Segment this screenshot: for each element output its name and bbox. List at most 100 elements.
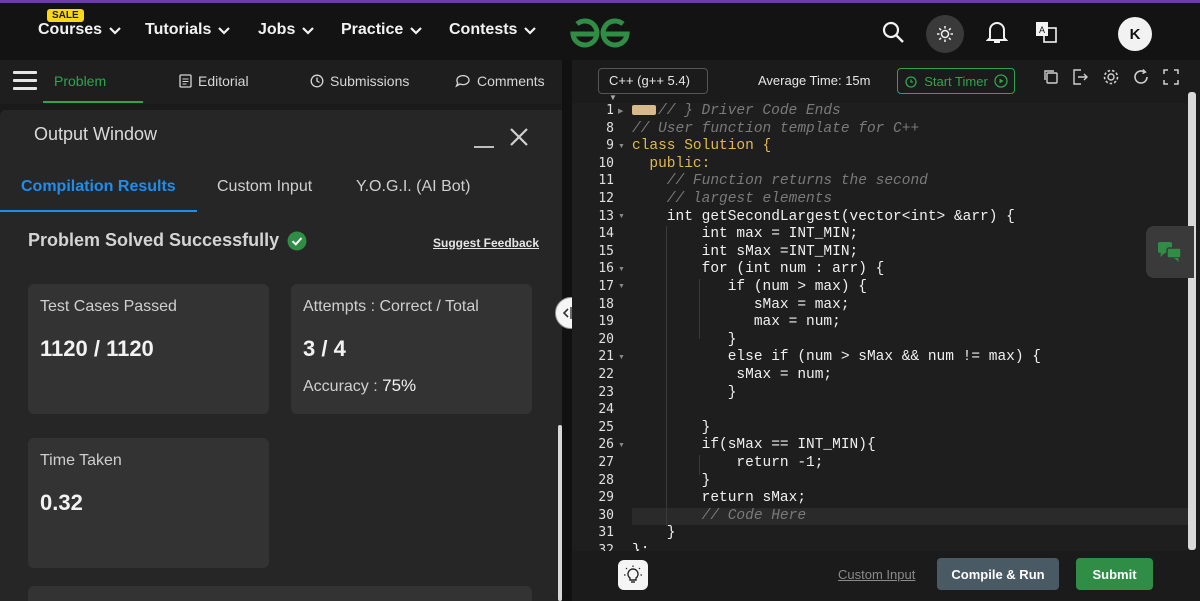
translate-icon[interactable]: A xyxy=(1033,19,1059,45)
code-line: max = num; xyxy=(632,314,841,331)
tab-yogi-ai-bot[interactable]: Y.O.G.I. (AI Bot) xyxy=(356,178,470,196)
suggest-feedback-link[interactable]: Suggest Feedback xyxy=(433,236,539,250)
bell-icon[interactable] xyxy=(984,19,1010,45)
nav-contests[interactable]: Contests xyxy=(449,21,537,39)
line-number: 16 xyxy=(598,261,614,277)
chevron-down-icon xyxy=(218,27,231,35)
svg-text:A: A xyxy=(1039,25,1045,35)
line-number: 1 xyxy=(606,103,614,118)
panel-divider[interactable] xyxy=(562,60,572,601)
line-number: 11 xyxy=(598,173,614,189)
code-line: } xyxy=(632,384,737,401)
tab-compilation-results[interactable]: Compilation Results xyxy=(21,178,176,196)
code-line: // largest elements xyxy=(632,191,833,207)
play-icon xyxy=(994,74,1008,88)
editor-footer: Custom Input Compile & Run Submit xyxy=(572,554,1200,601)
line-number: 20 xyxy=(598,331,614,347)
reset-icon[interactable] xyxy=(1132,68,1150,86)
accuracy-value: 75% xyxy=(382,376,417,395)
lightbulb-icon xyxy=(624,565,642,583)
code-line: class Solution { xyxy=(632,138,772,155)
tab-custom-input[interactable]: Custom Input xyxy=(217,178,312,196)
chat-button[interactable] xyxy=(1146,226,1194,278)
line-number: 25 xyxy=(598,419,614,435)
code-line: for (int num : arr) { xyxy=(632,261,885,278)
problem-panel: Problem Editorial Submissions Comments O… xyxy=(0,60,562,601)
line-number: 15 xyxy=(598,243,614,259)
attempts-value: 3 / 4 xyxy=(303,336,346,361)
line-number: 23 xyxy=(598,384,614,400)
fold-arrow-icon[interactable]: ▼ xyxy=(618,354,625,361)
folded-code-icon[interactable] xyxy=(632,105,656,116)
tab-comments[interactable]: Comments xyxy=(455,73,545,89)
copy-icon[interactable] xyxy=(1042,68,1060,86)
output-window-title: Output Window xyxy=(34,124,158,144)
fold-arrow-icon[interactable]: ▼ xyxy=(618,442,625,449)
hamburger-menu-icon[interactable] xyxy=(13,70,37,92)
fold-arrow-icon[interactable]: ▼ xyxy=(618,283,625,290)
status-message: Problem Solved Successfully xyxy=(28,230,307,251)
time-taken-card: Time Taken 0.32 xyxy=(28,438,269,568)
line-number: 19 xyxy=(598,314,614,330)
nav-courses[interactable]: Courses xyxy=(38,21,122,39)
minimize-icon[interactable] xyxy=(474,146,494,148)
hint-button[interactable] xyxy=(618,560,648,590)
editor-scrollbar[interactable] xyxy=(1188,92,1196,550)
fold-arrow-icon[interactable]: ▼ xyxy=(618,143,625,150)
submit-button[interactable]: Submit xyxy=(1076,558,1153,590)
chevron-down-icon xyxy=(524,27,537,35)
check-circle-icon xyxy=(287,231,307,250)
code-line: int max = INT_MIN; xyxy=(632,226,859,243)
alarm-icon xyxy=(905,76,917,88)
avatar[interactable]: K xyxy=(1118,17,1152,51)
time-taken-label: Time Taken xyxy=(40,452,122,469)
code-line: // } Driver Code Ends xyxy=(632,103,841,121)
nav-tutorials[interactable]: Tutorials xyxy=(145,21,231,39)
gfg-logo-icon[interactable] xyxy=(567,17,633,51)
line-number: 13 xyxy=(598,208,614,224)
tab-editorial[interactable]: Editorial xyxy=(179,73,249,89)
fold-arrow-icon[interactable]: ▼ xyxy=(618,266,625,273)
code-line: else if (num > sMax && num != max) { xyxy=(632,349,1041,366)
sun-icon xyxy=(937,26,953,42)
code-editor[interactable]: 1 8 9 10 11 12 13 14 15 16 17 18 19 20 2… xyxy=(572,103,1190,551)
custom-input-link[interactable]: Custom Input xyxy=(838,567,915,582)
time-taken-value: 0.32 xyxy=(40,490,83,515)
close-icon[interactable] xyxy=(508,126,530,148)
top-navbar: SALE Courses Tutorials Jobs Practice Con… xyxy=(0,0,1200,60)
problem-tabbar: Problem Editorial Submissions Comments xyxy=(0,60,562,104)
code-line: } xyxy=(632,472,711,489)
attempts-label: Attempts : Correct / Total xyxy=(303,298,479,315)
start-timer-button[interactable]: Start Timer xyxy=(897,68,1015,94)
tab-problem[interactable]: Problem xyxy=(54,73,106,89)
line-number: 30 xyxy=(598,507,614,523)
attempts-card: Attempts : Correct / Total 3 / 4 Accurac… xyxy=(291,284,532,414)
line-number: 28 xyxy=(598,472,614,488)
test-cases-card: Test Cases Passed 1120 / 1120 xyxy=(28,284,269,414)
next-card xyxy=(28,586,532,601)
language-select[interactable]: C++ (g++ 5.4) ▼ xyxy=(598,68,708,102)
code-line: // Function returns the second xyxy=(632,173,928,190)
theme-toggle-button[interactable] xyxy=(926,15,964,53)
line-number: 27 xyxy=(598,455,614,470)
line-number: 21 xyxy=(598,349,614,365)
tab-submissions[interactable]: Submissions xyxy=(310,73,409,89)
code-area[interactable]: // } Driver Code Ends // User function t… xyxy=(632,103,1190,551)
nav-jobs[interactable]: Jobs xyxy=(258,21,315,39)
chat-bubbles-icon xyxy=(1158,242,1182,262)
code-line: // User function template for C++ xyxy=(632,120,920,137)
code-line: public: xyxy=(632,155,711,172)
test-cases-label: Test Cases Passed xyxy=(40,298,177,315)
gear-icon[interactable] xyxy=(1102,68,1120,86)
document-icon xyxy=(179,74,192,88)
export-icon[interactable] xyxy=(1071,68,1089,86)
code-line: if (num > max) { xyxy=(632,279,867,295)
nav-practice[interactable]: Practice xyxy=(341,21,423,39)
fold-arrow-icon[interactable]: ▶ xyxy=(618,107,623,115)
search-icon[interactable] xyxy=(880,19,906,45)
code-line: } xyxy=(632,331,737,348)
compile-run-button[interactable]: Compile & Run xyxy=(937,558,1059,590)
code-line: int getSecondLargest(vector<int> &arr) { xyxy=(632,208,1015,225)
fullscreen-icon[interactable] xyxy=(1162,68,1180,86)
fold-arrow-icon[interactable]: ▼ xyxy=(618,213,625,220)
